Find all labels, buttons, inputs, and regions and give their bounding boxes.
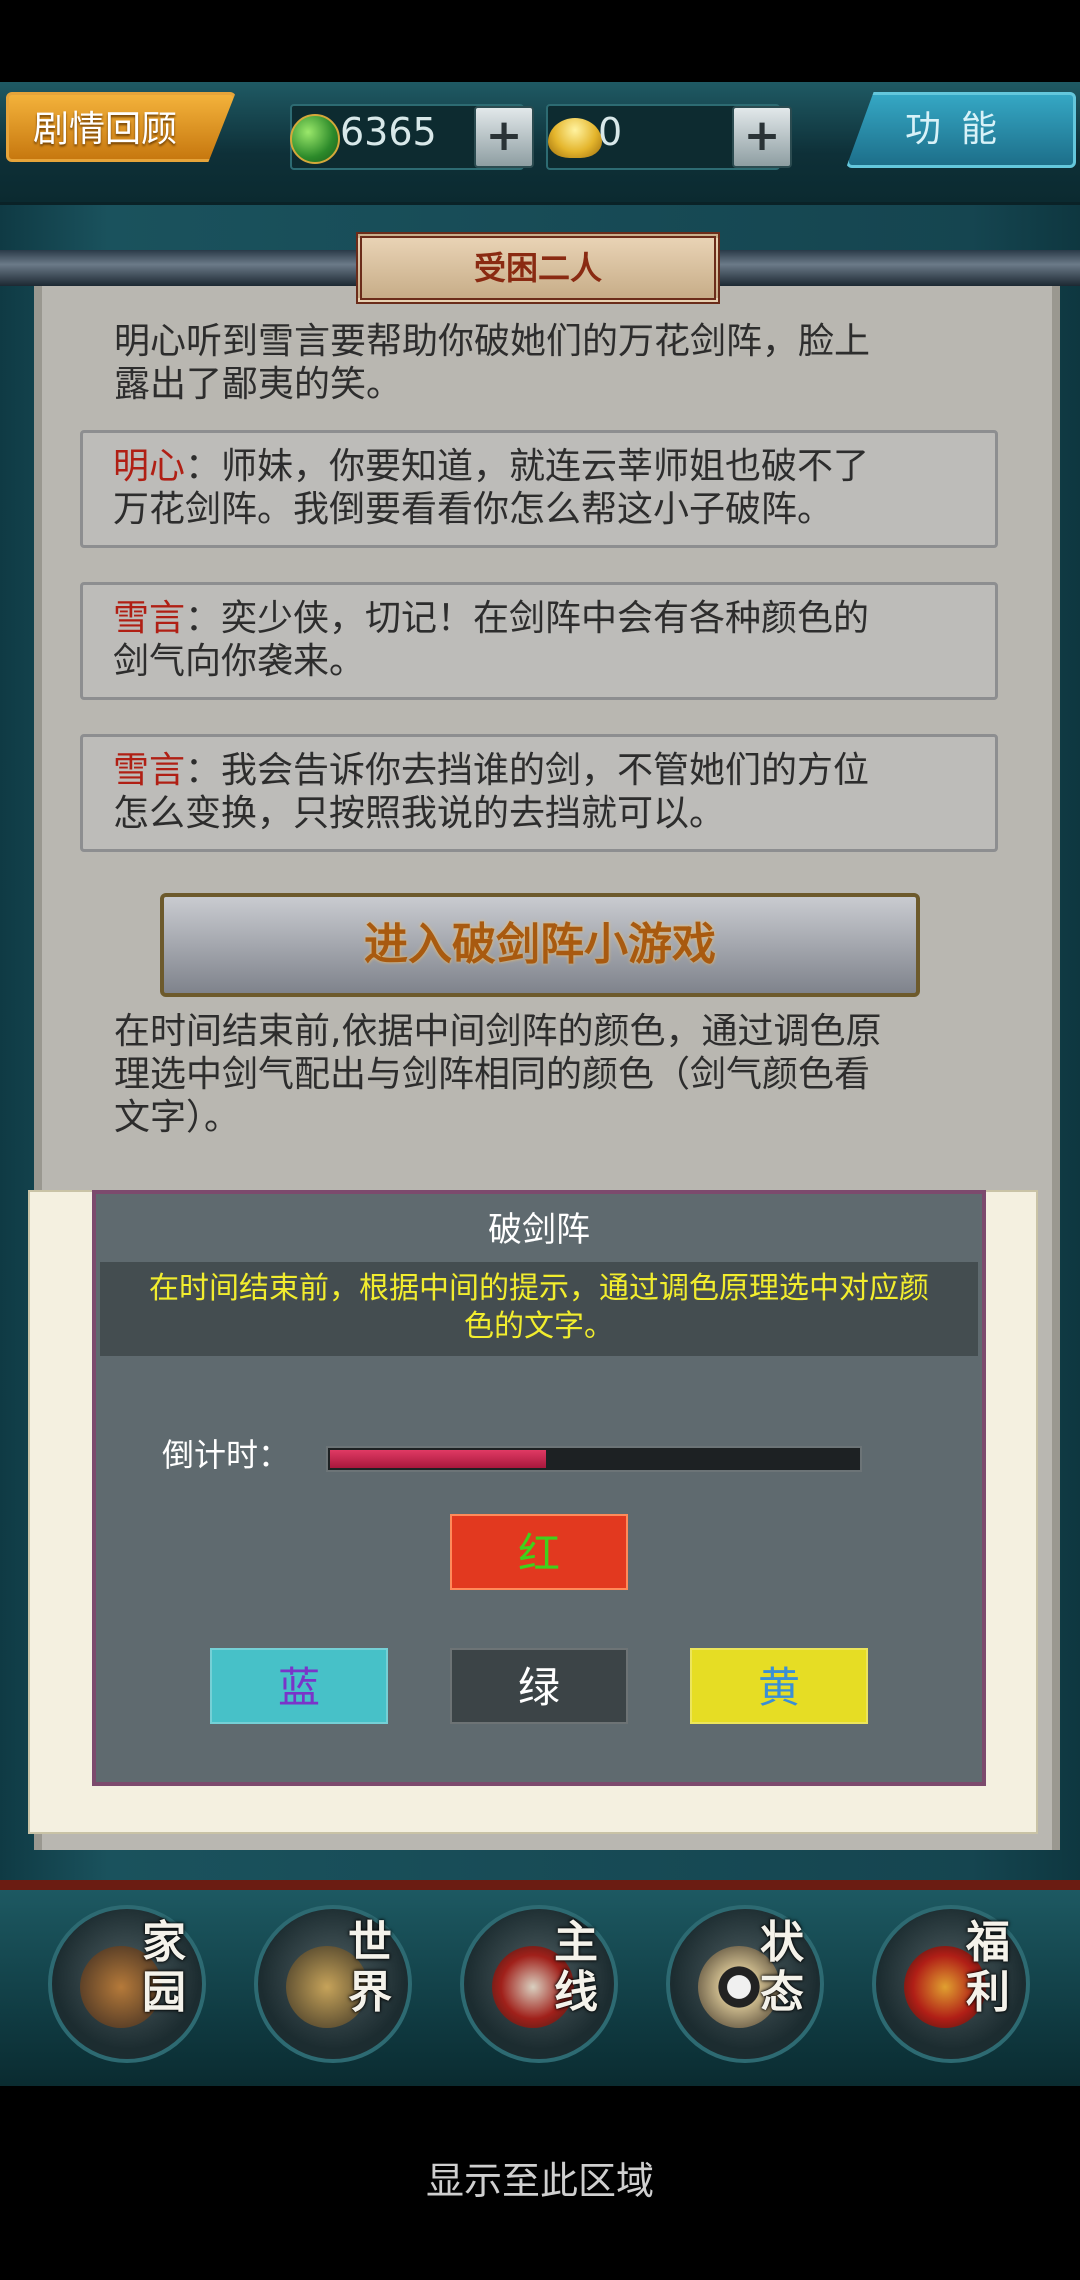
chapter-title: 受困二人 [356, 232, 720, 304]
rules-line-2: 理选中剑气配出与剑阵相同的颜色（剑气颜色看 [114, 1054, 871, 1095]
nav-label-mainline: 主线 [554, 1917, 598, 2018]
dialogue-box: 明心：师妹，你要知道，就连云莘师姐也破不了 万花剑阵。我倒要看看你怎么帮这小子破… [80, 430, 998, 548]
instruction-line-2: 色的文字。 [464, 1309, 614, 1344]
ingot-amount: 0 [598, 110, 623, 154]
speaker-name: 雪言 [113, 750, 186, 791]
instruction-line-1: 在时间结束前，根据中间的提示，通过调色原理选中对应颜 [149, 1271, 929, 1306]
rules-line-1: 在时间结束前,依据中间剑阵的颜色，通过调色原 [114, 1011, 882, 1052]
dialogue-text: 剑气向你袭来。 [113, 641, 366, 682]
dialogue-text: 怎么变换，只按照我说的去挡就可以。 [113, 793, 726, 834]
nav-label-status: 状态 [760, 1917, 804, 2018]
dialogue-box: 雪言：奕少侠，切记！在剑阵中会有各种颜色的 剑气向你袭来。 [80, 582, 998, 700]
rules-line-3: 文字）。 [114, 1097, 241, 1138]
story-review-button[interactable]: 剧情回顾 [6, 92, 236, 162]
countdown-label: 倒计时： [162, 1436, 291, 1474]
add-coins-button[interactable]: + [474, 106, 534, 168]
speaker-name: 明心 [113, 446, 186, 487]
enter-minigame-button[interactable]: 进入破剑阵小游戏 [160, 893, 920, 997]
add-ingots-button[interactable]: + [732, 106, 792, 168]
dialogue-text: ：我会告诉你去挡谁的剑，不管她们的方位 [185, 750, 870, 791]
dialog-title: 破剑阵 [488, 1210, 590, 1250]
color-option-blue[interactable]: 蓝 [210, 1648, 388, 1724]
dialog-instructions: 在时间结束前，根据中间的提示，通过调色原理选中对应颜 色的文字。 [100, 1262, 978, 1356]
dialogue-box: 雪言：我会告诉你去挡谁的剑，不管她们的方位 怎么变换，只按照我说的去挡就可以。 [80, 734, 998, 852]
dialogue-text: 万花剑阵。我倒要看看你怎么帮这小子破阵。 [113, 489, 834, 530]
function-button[interactable]: 功能 [846, 92, 1076, 168]
intro-line-1: 明心听到雪言要帮助你破她们的万花剑阵，脸上 [114, 321, 871, 362]
color-option-green[interactable]: 绿 [450, 1648, 628, 1724]
coin-amount: 6365 [340, 110, 437, 154]
countdown-fill [330, 1450, 546, 1468]
coin-icon [290, 114, 340, 164]
gold-ingot-icon [548, 118, 602, 158]
nav-label-home: 家园 [142, 1917, 186, 2018]
nav-label-welfare: 福利 [966, 1917, 1010, 2018]
dialogue-text: ：师妹，你要知道，就连云莘师姐也破不了 [185, 446, 870, 487]
color-option-yellow[interactable]: 黄 [690, 1648, 868, 1724]
nav-label-world: 世界 [348, 1917, 392, 2018]
intro-line-2: 露出了鄙夷的笑。 [114, 364, 403, 405]
speaker-name: 雪言 [113, 598, 186, 639]
dialogue-text: ：奕少侠，切记！在剑阵中会有各种颜色的 [185, 598, 870, 639]
display-area-hint: 显示至此区域 [425, 2159, 654, 2203]
target-color-prompt: 红 [450, 1514, 628, 1590]
